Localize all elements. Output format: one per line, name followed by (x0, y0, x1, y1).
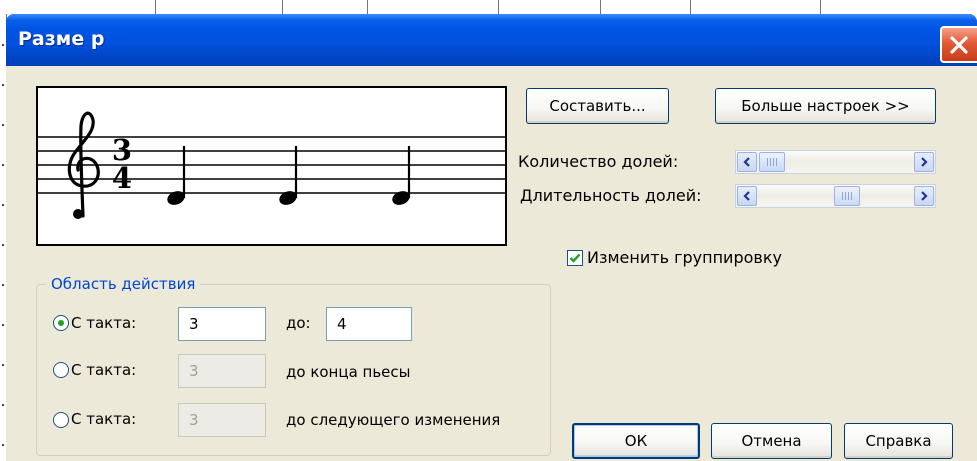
time-signature: 3 4 (112, 133, 132, 195)
quarter-note (167, 146, 186, 205)
to-label: до: (286, 314, 311, 332)
arrow-left-icon (743, 157, 750, 167)
close-icon (950, 36, 968, 54)
arrow-left-icon (743, 191, 750, 201)
regroup-label[interactable]: Изменить группировку (587, 248, 782, 267)
to-measure-input[interactable]: 4 (326, 307, 412, 341)
beats-count-label: Количество долей: (518, 152, 679, 171)
scope-option-radio[interactable] (53, 412, 69, 428)
time-signature-denominator: 4 (112, 161, 132, 195)
beats-count-increase-button[interactable] (914, 152, 934, 172)
beat-duration-label: Длительность долей: (520, 186, 702, 205)
beat-duration-slider[interactable] (735, 184, 936, 208)
screen: Разме р 3 4 Составить... Больше настроек… (0, 0, 977, 461)
dialog-title: Разме р (18, 28, 105, 50)
beat-duration-thumb[interactable] (834, 186, 860, 206)
more-settings-button[interactable]: Больше настроек >> (715, 88, 936, 124)
dialog-body: 3 4 Составить... Больше настроек >> Коли… (6, 66, 977, 461)
close-button[interactable] (940, 26, 977, 63)
scope-option-label[interactable]: С такта: (71, 314, 136, 332)
arrow-right-icon (921, 191, 928, 201)
notation-preview: 3 4 (36, 86, 507, 246)
scope-option-radio[interactable] (53, 362, 69, 378)
compose-button[interactable]: Составить... (526, 88, 669, 124)
end-of-piece-label: до конца пьесы (286, 363, 411, 381)
scope-option-label[interactable]: С такта: (71, 410, 136, 428)
scope-option-radio[interactable] (53, 315, 69, 331)
title-bar[interactable]: Разме р (6, 14, 977, 66)
from-measure-input[interactable]: 3 (178, 354, 266, 388)
regroup-checkbox[interactable] (567, 250, 583, 266)
cancel-button[interactable]: Отмена (711, 423, 832, 459)
beats-count-thumb[interactable] (759, 152, 785, 172)
arrow-right-icon (921, 157, 928, 167)
time-signature-dialog: Разме р 3 4 Составить... Больше настроек… (6, 14, 977, 461)
scope-group-legend: Область действия (46, 275, 201, 293)
staff-lines (38, 136, 505, 194)
treble-clef-icon (67, 111, 100, 219)
help-button[interactable]: Справка (844, 423, 953, 459)
check-icon (569, 253, 581, 263)
beats-count-decrease-button[interactable] (737, 152, 757, 172)
beat-duration-increase-button[interactable] (914, 186, 934, 206)
quarter-note (279, 146, 298, 205)
next-change-label: до следующего изменения (286, 411, 501, 429)
scope-option-label[interactable]: С такта: (71, 361, 136, 379)
quarter-note (392, 146, 411, 205)
from-measure-input[interactable]: 3 (178, 403, 266, 437)
from-measure-input[interactable]: 3 (178, 307, 266, 341)
background-window-edge (0, 0, 977, 14)
beat-duration-decrease-button[interactable] (737, 186, 757, 206)
ok-button[interactable]: ОК (572, 423, 700, 459)
radio-selected-dot (58, 320, 64, 326)
beats-count-slider[interactable] (735, 150, 936, 174)
